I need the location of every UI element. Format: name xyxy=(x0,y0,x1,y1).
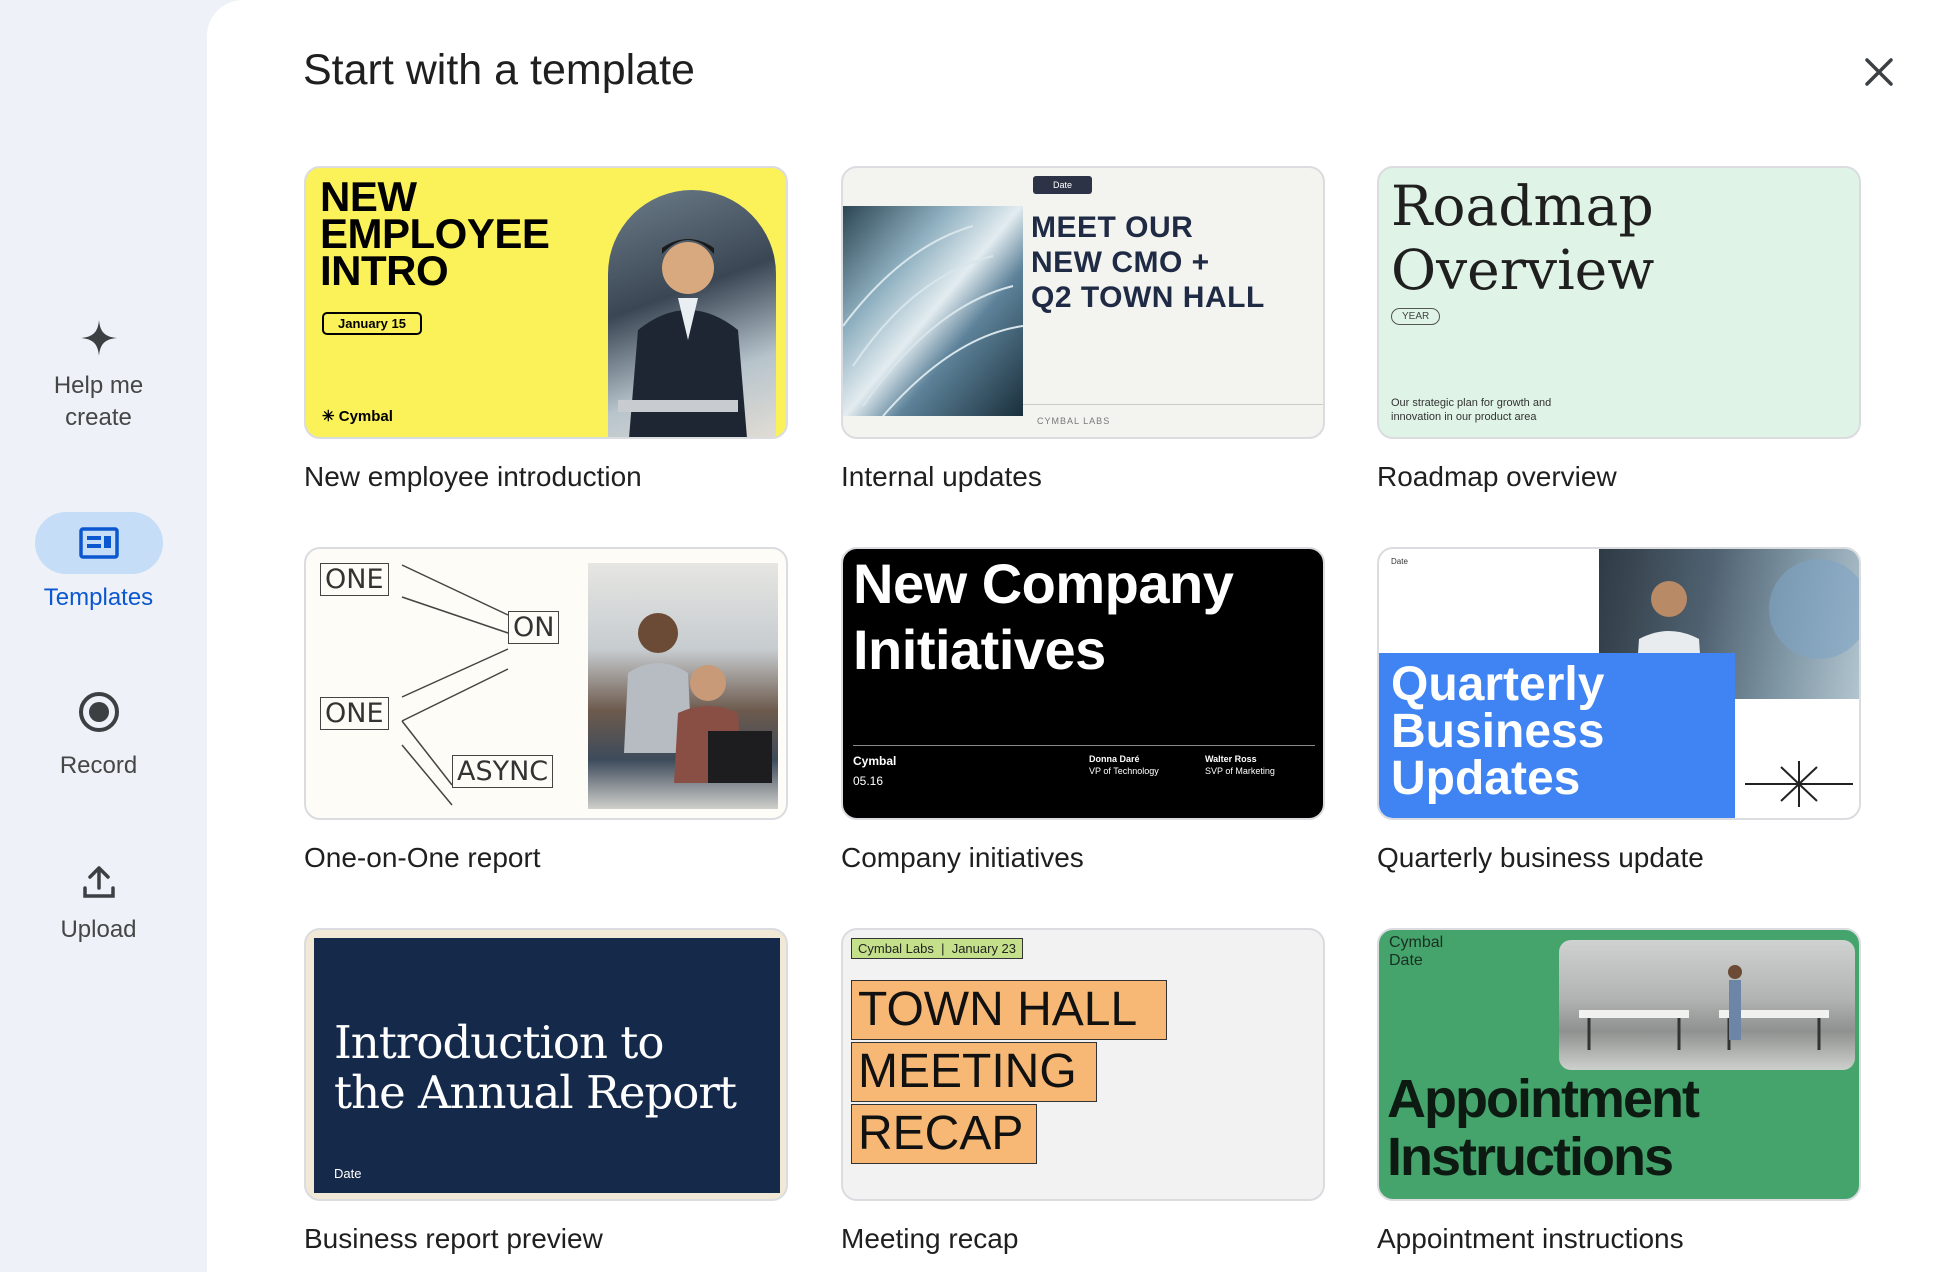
thumb-heading: New Company Initiatives xyxy=(853,552,1234,681)
thumb-year: YEAR xyxy=(1391,308,1441,325)
record-label: Record xyxy=(59,752,138,779)
thumb-heading: Quarterly Business Updates xyxy=(1391,658,1605,805)
template-caption: Company initiatives xyxy=(841,842,1084,873)
template-caption: One-on-One report xyxy=(304,842,541,873)
templates-icon xyxy=(78,527,119,559)
thumb-heading: Introduction to the Annual Report xyxy=(334,1016,737,1119)
template-card-meeting-recap[interactable]: Cymbal Labs | January 23 TOWN HALL MEETI… xyxy=(841,928,1325,1255)
asterisk-icon: ✳ xyxy=(322,408,335,425)
record-icon xyxy=(78,692,119,732)
thumb-date: January 15 xyxy=(322,312,422,335)
template-card-new-employee[interactable]: NEW EMPLOYEE INTRO January 15 ✳ Cymbal N… xyxy=(304,166,788,493)
template-card-one-on-one[interactable]: ONE ON ONE ASYNC One-on-One report xyxy=(304,547,788,874)
navy-panel: Introduction to the Annual Report Date xyxy=(314,938,780,1193)
on-box: ON xyxy=(508,611,560,644)
page-title: Start with a template xyxy=(303,46,695,94)
template-caption: Appointment instructions xyxy=(1377,1223,1684,1254)
template-card-appointment[interactable]: Cymbal Date Appointment Instructions App… xyxy=(1377,928,1861,1255)
thumb-company: Cymbal Date xyxy=(1389,934,1444,969)
thumb-heading: Appointment Instructions xyxy=(1387,1069,1700,1187)
person2-role: SVP of Marketing xyxy=(1205,766,1275,776)
template-caption: Internal updates xyxy=(841,461,1042,492)
sparkle-icon xyxy=(80,320,117,356)
person-photo xyxy=(608,190,776,437)
template-thumbnail: NEW EMPLOYEE INTRO January 15 ✳ Cymbal xyxy=(304,166,788,439)
template-card-business-report[interactable]: Introduction to the Annual Report Date B… xyxy=(304,928,788,1255)
upload-button[interactable]: Upload xyxy=(0,862,197,946)
template-card-company-initiatives[interactable]: New Company Initiatives Cymbal 05.16 Don… xyxy=(841,547,1325,874)
thumb-heading: NEW EMPLOYEE INTRO xyxy=(320,173,550,294)
templates-button[interactable]: Templates xyxy=(0,512,197,614)
brand-text: Cymbal xyxy=(338,408,393,425)
template-thumbnail: Cymbal Labs | January 23 TOWN HALL MEETI… xyxy=(841,928,1325,1201)
people-illustration xyxy=(624,613,772,783)
thumb-heading: Roadmap Overview xyxy=(1391,174,1655,302)
building-photo xyxy=(843,206,1024,417)
template-caption: New employee introduction xyxy=(304,461,642,492)
template-thumbnail: Introduction to the Annual Report Date xyxy=(304,928,788,1201)
help-me-create-button[interactable]: Help me create xyxy=(0,318,197,434)
thumb-date: Date xyxy=(334,1166,362,1181)
template-panel: Start with a template NEW EMPLOYEE INTRO… xyxy=(207,0,1944,1272)
building-lines xyxy=(843,225,1024,417)
thumb-heading: MEET OUR NEW CMO + Q2 TOWN HALL xyxy=(1031,211,1265,314)
template-thumbnail: Cymbal Date Appointment Instructions xyxy=(1377,928,1861,1201)
template-thumbnail: ONE ON ONE ASYNC xyxy=(304,547,788,820)
template-thumbnail: Date MEET OUR NEW CMO + Q2 TOWN HALL CYM… xyxy=(841,166,1325,439)
thumb-brand: Cymbal xyxy=(853,754,897,768)
line-recap: RECAP xyxy=(851,1104,1037,1164)
templates-label: Templates xyxy=(43,584,154,611)
thumb-date: Date xyxy=(1391,557,1408,566)
person2-name: Walter Ross xyxy=(1205,754,1257,764)
upload-label: Upload xyxy=(60,916,137,943)
thumb-tag: Cymbal Labs | January 23 xyxy=(851,938,1024,959)
help-me-create-label: Help me create xyxy=(53,372,144,431)
template-thumbnail: New Company Initiatives Cymbal 05.16 Don… xyxy=(841,547,1325,820)
office-photo xyxy=(1559,940,1855,1070)
starburst-icon xyxy=(1745,761,1853,807)
template-card-quarterly[interactable]: Date Quarterly Business Updates Quarterl… xyxy=(1377,547,1861,874)
template-caption: Meeting recap xyxy=(841,1223,1019,1254)
person-illustration xyxy=(618,239,747,437)
line-town-hall: TOWN HALL xyxy=(851,980,1167,1040)
thumb-divider xyxy=(1023,404,1323,405)
navigation-rail: Help me create Templates Record Upload xyxy=(0,0,207,1272)
thumb-divider xyxy=(853,745,1315,746)
thumb-brand: ✳ Cymbal xyxy=(322,407,393,425)
thumb-description: Our strategic plan for growth and innova… xyxy=(1391,397,1552,423)
templates-pill xyxy=(34,512,163,574)
template-caption: Quarterly business update xyxy=(1377,842,1704,873)
thumb-footer: CYMBAL LABS xyxy=(1037,416,1111,426)
template-card-roadmap[interactable]: Roadmap Overview YEAR Our strategic plan… xyxy=(1377,166,1861,493)
office-illustration xyxy=(1579,965,1829,1050)
close-icon[interactable] xyxy=(1859,52,1899,92)
thumb-badge: Date xyxy=(1033,176,1093,194)
person1-name: Donna Daré xyxy=(1089,754,1140,764)
thumb-date: 05.16 xyxy=(853,774,884,788)
template-caption: Roadmap overview xyxy=(1377,461,1617,492)
office-photo xyxy=(588,563,778,809)
template-thumbnail: Roadmap Overview YEAR Our strategic plan… xyxy=(1377,166,1861,439)
template-caption: Business report preview xyxy=(304,1223,603,1254)
template-card-internal-updates[interactable]: Date MEET OUR NEW CMO + Q2 TOWN HALL CYM… xyxy=(841,166,1325,493)
upload-icon xyxy=(82,866,115,898)
record-button[interactable]: Record xyxy=(0,690,197,782)
one-box-2: ONE xyxy=(320,697,389,730)
one-box: ONE xyxy=(320,563,389,596)
template-thumbnail: Date Quarterly Business Updates xyxy=(1377,547,1861,820)
async-box: ASYNC xyxy=(452,755,554,788)
line-meeting: MEETING xyxy=(851,1042,1097,1102)
person1-role: VP of Technology xyxy=(1089,766,1159,776)
